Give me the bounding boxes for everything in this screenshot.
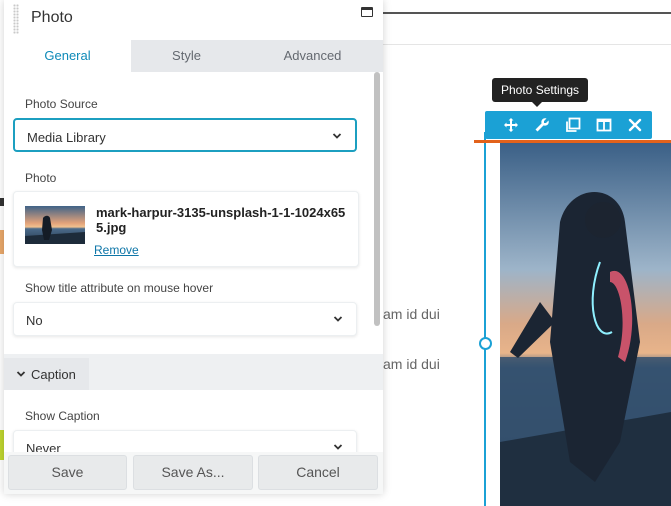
duplicate-icon <box>565 117 580 132</box>
move-icon <box>503 118 518 132</box>
photo-source-value: Media Library <box>27 130 106 145</box>
tooltip-arrow <box>532 102 542 107</box>
module-toolbar <box>485 111 652 139</box>
photo-image <box>500 142 671 506</box>
photo-field-card: mark-harpur-3135-unsplash-1-1-1024x655.j… <box>13 191 359 267</box>
chevron-down-icon <box>332 133 342 139</box>
chevron-down-icon <box>333 444 343 450</box>
duplicate-button[interactable] <box>557 111 588 139</box>
settings-panel: Photo General Style Advanced Photo Sourc… <box>4 0 383 494</box>
settings-button[interactable] <box>526 111 557 139</box>
minimize-icon[interactable] <box>361 7 373 17</box>
tab-general[interactable]: General <box>4 40 131 72</box>
tab-advanced[interactable]: Advanced <box>242 40 383 72</box>
photo-file-name: mark-harpur-3135-unsplash-1-1-1024x655.j… <box>96 205 346 235</box>
photo-source-label: Photo Source <box>25 97 98 111</box>
remove-photo-link[interactable]: Remove <box>94 243 139 257</box>
photo-thumbnail-image <box>25 206 85 244</box>
chevron-down-icon <box>333 316 343 322</box>
drop-indicator-line <box>474 140 671 143</box>
panel-title: Photo <box>31 9 73 26</box>
save-as-button[interactable]: Save As... <box>133 455 253 490</box>
page-text-fragment: am id dui <box>383 306 440 322</box>
page-header-band <box>383 14 671 45</box>
show-caption-label: Show Caption <box>25 409 100 423</box>
caption-section-label: Caption <box>31 367 76 382</box>
remove-module-button[interactable] <box>619 111 650 139</box>
columns-button[interactable] <box>588 111 619 139</box>
save-button[interactable]: Save <box>8 455 127 490</box>
photo-label: Photo <box>25 171 57 185</box>
show-title-select[interactable]: No <box>13 302 357 336</box>
tab-style[interactable]: Style <box>131 40 242 72</box>
drag-handle-icon[interactable] <box>13 4 19 34</box>
photo-source-select[interactable]: Media Library <box>13 118 357 152</box>
wrench-icon <box>535 118 549 132</box>
show-title-value: No <box>26 313 43 328</box>
module-resize-handle[interactable] <box>479 337 492 350</box>
columns-icon <box>596 118 611 132</box>
panel-tabs: General Style Advanced <box>4 40 383 72</box>
panel-footer: Save Save As... Cancel <box>4 452 383 494</box>
close-icon <box>628 118 641 132</box>
chevron-down-icon <box>16 371 26 377</box>
show-caption-value: Never <box>26 441 61 452</box>
toolbar-tooltip: Photo Settings <box>492 78 589 102</box>
show-caption-select[interactable]: Never <box>13 430 357 452</box>
caption-section-toggle[interactable]: Caption <box>4 358 89 390</box>
panel-header[interactable]: Photo <box>4 0 383 40</box>
panel-scrollbar[interactable] <box>374 72 380 326</box>
panel-body: Photo Source Media Library Photo mark-ha… <box>4 72 383 452</box>
photo-thumbnail[interactable] <box>25 206 85 244</box>
page-text-fragment: am id dui <box>383 356 440 372</box>
show-title-label: Show title attribute on mouse hover <box>25 281 214 295</box>
module-photo[interactable] <box>500 142 671 506</box>
move-button[interactable] <box>495 111 526 139</box>
cancel-button[interactable]: Cancel <box>258 455 378 490</box>
